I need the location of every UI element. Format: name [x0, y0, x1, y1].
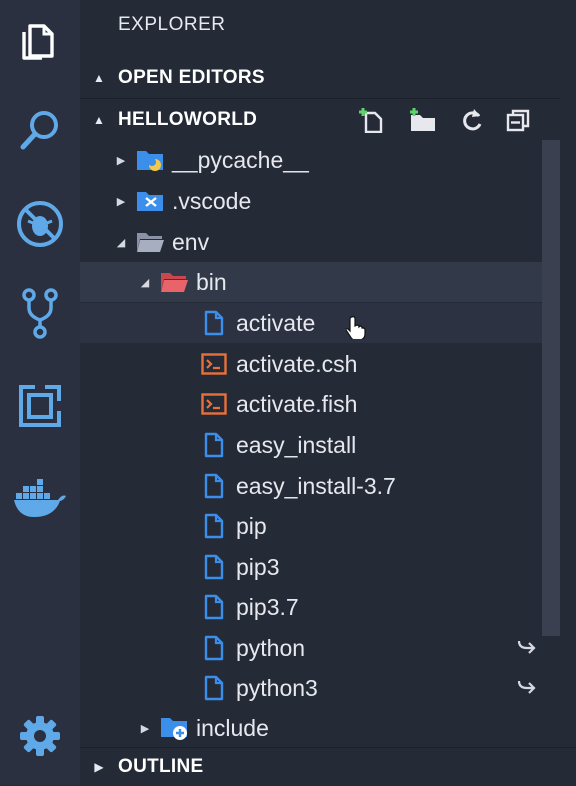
debug-activity-button[interactable]	[6, 196, 74, 256]
tree-item-label: __pycache__	[172, 146, 309, 173]
new-folder-icon[interactable]	[408, 107, 438, 133]
tree-item-label: bin	[196, 268, 227, 295]
chevron-down-icon: ▲	[93, 113, 105, 127]
tree-item-pycache[interactable]: ▶ __pycache__	[80, 140, 542, 180]
tree-item-pip[interactable]: pip	[80, 506, 542, 546]
tree-item-label: env	[172, 228, 210, 255]
tree-item-label: python3	[236, 674, 318, 701]
tree-item-label: pip	[236, 512, 267, 539]
chevron-down-icon: ▲	[93, 71, 105, 85]
shell-script-icon	[200, 390, 228, 418]
section-divider	[80, 98, 560, 99]
chevron-right-icon: ▶	[116, 154, 126, 167]
source-control-activity-button[interactable]	[6, 286, 74, 346]
tree-item-easy-install[interactable]: easy_install	[80, 425, 542, 465]
python-folder-icon	[136, 146, 164, 174]
explorer-actions	[358, 101, 532, 139]
file-icon	[200, 674, 228, 702]
vscode-window: EXPLORER ▲ OPEN EDITORS ▲ HELLOWORLD ▶ _…	[0, 0, 576, 785]
activity-bar	[0, 0, 80, 785]
chevron-down-icon: ◢	[140, 276, 150, 289]
hand-cursor-icon	[345, 315, 366, 344]
tree-item-activate-fish[interactable]: activate.fish	[80, 384, 542, 424]
outline-section-header[interactable]: ▶ OUTLINE	[80, 748, 560, 786]
tree-item-pip37[interactable]: pip3.7	[80, 587, 542, 627]
tree-item-label: activate.fish	[236, 390, 358, 417]
tree-item-env[interactable]: ◢ env	[80, 222, 542, 262]
tree-item-label: easy_install	[236, 431, 357, 458]
tree-item-activate[interactable]: activate	[80, 303, 542, 343]
source-control-icon	[20, 287, 60, 346]
tree-item-pip3[interactable]: pip3	[80, 547, 542, 587]
symlink-arrow-icon	[516, 678, 536, 701]
explorer-sidebar: EXPLORER ▲ OPEN EDITORS ▲ HELLOWORLD ▶ _…	[80, 0, 576, 785]
tree-item-vscode[interactable]: ▶ .vscode	[80, 181, 542, 221]
tree-item-label: easy_install-3.7	[236, 472, 396, 499]
include-folder-icon	[160, 714, 188, 742]
file-icon	[200, 634, 228, 662]
tree-item-label: .vscode	[172, 187, 252, 214]
file-icon	[200, 593, 228, 621]
tree-item-python3[interactable]: python3	[80, 668, 542, 708]
tree-item-python[interactable]: python	[80, 628, 542, 668]
search-icon	[18, 108, 62, 157]
folder-label: HELLOWORLD	[118, 109, 258, 130]
settings-activity-button[interactable]	[6, 708, 74, 768]
sidebar-title: EXPLORER	[118, 14, 226, 35]
explorer-activity-button[interactable]	[6, 12, 74, 72]
tree-item-label: include	[196, 714, 269, 741]
open-editors-label: OPEN EDITORS	[118, 67, 265, 88]
file-icon	[200, 431, 228, 459]
tree-item-label: pip3	[236, 553, 280, 580]
extensions-activity-button[interactable]	[6, 378, 74, 438]
docker-icon	[13, 478, 67, 523]
debug-icon	[15, 199, 65, 254]
shell-script-icon	[200, 350, 228, 378]
chevron-right-icon: ▶	[140, 722, 150, 735]
file-icon	[200, 512, 228, 540]
extensions-icon	[18, 382, 63, 433]
file-icon	[200, 553, 228, 581]
tree-item-bin[interactable]: ◢ bin	[80, 262, 542, 302]
outline-label: OUTLINE	[118, 756, 204, 777]
gear-icon	[18, 714, 62, 763]
docker-activity-button[interactable]	[6, 470, 74, 530]
tree-item-activate-csh[interactable]: activate.csh	[80, 344, 542, 384]
explorer-scrollbar[interactable]	[542, 140, 560, 636]
chevron-down-icon: ◢	[116, 236, 126, 249]
symlink-arrow-icon	[516, 638, 536, 661]
file-icon	[200, 472, 228, 500]
folder-open-red-icon	[160, 268, 188, 296]
folder-open-icon	[136, 228, 164, 256]
tree-item-label: pip3.7	[236, 593, 299, 620]
open-editors-section-header[interactable]: ▲ OPEN EDITORS	[80, 59, 560, 97]
file-icon	[200, 309, 228, 337]
vscode-folder-icon	[136, 187, 164, 215]
chevron-right-icon: ▶	[116, 195, 126, 208]
tree-item-include[interactable]: ▶ include	[80, 708, 542, 748]
folder-section-header[interactable]: ▲ HELLOWORLD	[80, 101, 560, 139]
refresh-icon[interactable]	[460, 107, 484, 133]
chevron-right-icon: ▶	[94, 760, 104, 774]
search-activity-button[interactable]	[6, 102, 74, 162]
tree-item-label: activate	[236, 309, 316, 336]
files-icon	[20, 18, 60, 67]
collapse-all-icon[interactable]	[506, 107, 532, 133]
tree-item-label: python	[236, 634, 306, 661]
new-file-icon[interactable]	[358, 107, 386, 133]
tree-item-label: activate.csh	[236, 350, 358, 377]
tree-item-easy-install-37[interactable]: easy_install-3.7	[80, 466, 542, 506]
